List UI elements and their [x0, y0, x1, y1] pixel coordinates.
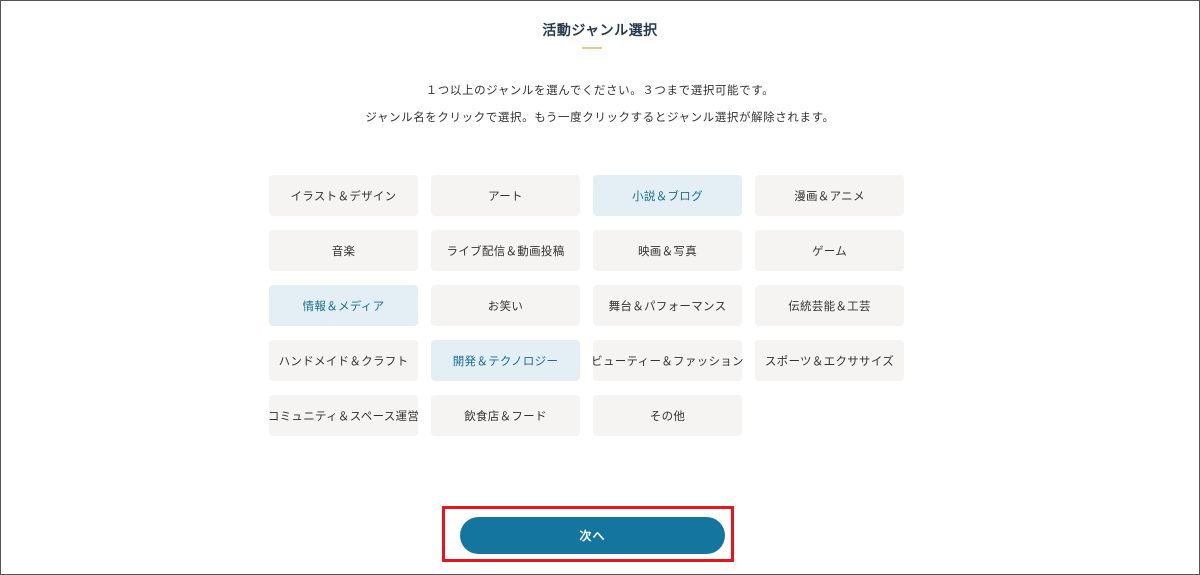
genre-button[interactable]: 飲食店＆フード [431, 395, 580, 436]
genre-button[interactable]: 情報＆メディア [269, 285, 418, 326]
genre-button[interactable]: ライブ配信＆動画投稿 [431, 230, 580, 271]
genre-button[interactable]: ビューティー＆ファッション [591, 340, 744, 381]
instruction-text-2: ジャンル名をクリックで選択。もう一度クリックするとジャンル選択が解除されます。 [365, 110, 835, 124]
genre-button[interactable]: 映画＆写真 [593, 230, 742, 271]
genre-button[interactable]: 漫画＆アニメ [755, 175, 904, 216]
genre-button[interactable]: イラスト＆デザイン [269, 175, 418, 216]
genre-button[interactable]: 開発＆テクノロジー [431, 340, 580, 381]
genre-button[interactable]: コミュニティ＆スペース運営 [268, 395, 419, 436]
page-frame: 活動ジャンル選択 １つ以上のジャンルを選んでください。３つまで選択可能です。 ジ… [0, 0, 1200, 575]
genre-grid: イラスト＆デザイン アート 小説＆ブログ 漫画＆アニメ音楽 ライブ配信＆動画投稿 映画＆写… [268, 175, 904, 436]
next-button[interactable]: 次へ [460, 517, 725, 554]
page-title: 活動ジャンル選択 [542, 23, 658, 39]
genre-button[interactable]: アート [431, 175, 580, 216]
genre-button[interactable]: 伝統芸能＆工芸 [755, 285, 904, 326]
genre-button[interactable]: お笑い [431, 285, 580, 326]
genre-button[interactable]: ハンドメイド＆クラフト [269, 340, 418, 381]
genre-button[interactable]: スポーツ＆エクササイズ [755, 340, 904, 381]
instruction-text-1: １つ以上のジャンルを選んでください。３つまで選択可能です。 [425, 83, 775, 97]
title-underline [582, 47, 602, 49]
genre-button[interactable]: 舞台＆パフォーマンス [593, 285, 742, 326]
genre-button[interactable]: その他 [593, 395, 742, 436]
genre-button[interactable]: 小説＆ブログ [593, 175, 742, 216]
genre-button[interactable]: 音楽 [269, 230, 418, 271]
genre-button[interactable]: ゲーム [755, 230, 904, 271]
